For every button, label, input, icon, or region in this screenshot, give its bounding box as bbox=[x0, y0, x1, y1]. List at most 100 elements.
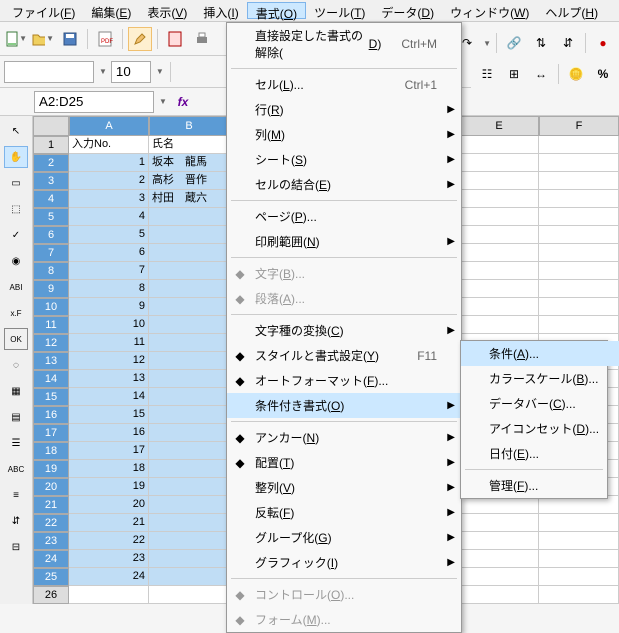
cell[interactable] bbox=[539, 550, 619, 568]
tool-abc[interactable]: ABC bbox=[4, 458, 28, 480]
cell[interactable]: 20 bbox=[69, 496, 149, 514]
row-head[interactable]: 13 bbox=[33, 352, 69, 370]
row-head[interactable]: 14 bbox=[33, 370, 69, 388]
row-head[interactable]: 21 bbox=[33, 496, 69, 514]
cell[interactable]: 22 bbox=[69, 532, 149, 550]
cell[interactable] bbox=[149, 496, 229, 514]
cell[interactable] bbox=[149, 460, 229, 478]
menu-item-a[interactable]: 条件(A)... bbox=[461, 341, 619, 366]
menu-item-g[interactable]: グループ化(G)▶ bbox=[227, 525, 461, 550]
cell[interactable]: 2 bbox=[69, 172, 149, 190]
menu-item-d[interactable]: アイコンセット(D)... bbox=[461, 416, 619, 441]
cell[interactable]: 24 bbox=[69, 568, 149, 586]
menu-e[interactable]: 編集(E) bbox=[83, 2, 139, 19]
row-head[interactable]: 15 bbox=[33, 388, 69, 406]
cell[interactable]: 16 bbox=[69, 424, 149, 442]
col-head-E[interactable]: E bbox=[459, 116, 539, 136]
cell[interactable]: 12 bbox=[69, 352, 149, 370]
rt-btn2[interactable]: 🔗 bbox=[502, 31, 526, 55]
cell[interactable] bbox=[149, 424, 229, 442]
row-head[interactable]: 10 bbox=[33, 298, 69, 316]
cell[interactable] bbox=[149, 334, 229, 352]
row-head[interactable]: 18 bbox=[33, 442, 69, 460]
cell[interactable] bbox=[459, 190, 539, 208]
col-head-A[interactable]: A bbox=[69, 116, 149, 136]
hand-tool[interactable]: ✋ bbox=[4, 146, 28, 168]
tool-abi[interactable]: ABI bbox=[4, 276, 28, 298]
row-head[interactable]: 17 bbox=[33, 424, 69, 442]
cell[interactable]: 17 bbox=[69, 442, 149, 460]
row-head[interactable]: 6 bbox=[33, 226, 69, 244]
cell[interactable] bbox=[459, 136, 539, 154]
menu-item-f[interactable]: ◆オートフォーマット(F)... bbox=[227, 368, 461, 393]
row-head[interactable]: 9 bbox=[33, 280, 69, 298]
save-button[interactable] bbox=[58, 27, 82, 51]
name-box[interactable] bbox=[34, 91, 154, 113]
menu-item-f[interactable]: 管理(F)... bbox=[461, 473, 619, 498]
row-head[interactable]: 19 bbox=[33, 460, 69, 478]
cell[interactable]: 3 bbox=[69, 190, 149, 208]
cell[interactable] bbox=[539, 136, 619, 154]
cell[interactable]: 氏名 bbox=[149, 136, 229, 154]
row-head[interactable]: 2 bbox=[33, 154, 69, 172]
row-head[interactable]: 5 bbox=[33, 208, 69, 226]
cell[interactable]: 9 bbox=[69, 298, 149, 316]
cell[interactable] bbox=[149, 298, 229, 316]
new-doc-button[interactable]: ▼ bbox=[4, 27, 28, 51]
tool-slider[interactable]: ⊟ bbox=[4, 536, 28, 558]
open-button[interactable]: ▼ bbox=[31, 27, 55, 51]
rt-btn4[interactable]: ⇵ bbox=[556, 31, 580, 55]
cell[interactable]: 4 bbox=[69, 208, 149, 226]
cell[interactable]: 5 bbox=[69, 226, 149, 244]
cell[interactable] bbox=[539, 532, 619, 550]
rt2-btn2[interactable]: ⊞ bbox=[502, 62, 526, 86]
cell[interactable] bbox=[459, 280, 539, 298]
cell[interactable] bbox=[149, 514, 229, 532]
cell[interactable] bbox=[149, 370, 229, 388]
cell[interactable] bbox=[459, 568, 539, 586]
cell[interactable] bbox=[459, 298, 539, 316]
font-size-input[interactable] bbox=[111, 61, 151, 83]
cell[interactable] bbox=[149, 532, 229, 550]
cell[interactable] bbox=[539, 262, 619, 280]
cell[interactable]: 10 bbox=[69, 316, 149, 334]
rt-btn3[interactable]: ⇅ bbox=[529, 31, 553, 55]
row-head[interactable]: 23 bbox=[33, 532, 69, 550]
cell[interactable] bbox=[459, 172, 539, 190]
menu-item-b[interactable]: カラースケール(B)... bbox=[461, 366, 619, 391]
cell[interactable]: 7 bbox=[69, 262, 149, 280]
rt2-btn3[interactable]: ↔ bbox=[529, 62, 553, 86]
menu-item-l[interactable]: セル(L)...Ctrl+1 bbox=[227, 72, 461, 97]
tool-ok[interactable]: OK bbox=[4, 328, 28, 350]
edit-mode-button[interactable] bbox=[128, 27, 152, 51]
menu-item-f[interactable]: 反転(F)▶ bbox=[227, 500, 461, 525]
cell[interactable] bbox=[149, 244, 229, 262]
cell[interactable] bbox=[539, 226, 619, 244]
row-head[interactable]: 4 bbox=[33, 190, 69, 208]
menu-item-e[interactable]: 日付(E)... bbox=[461, 441, 619, 466]
cell[interactable] bbox=[149, 478, 229, 496]
cell[interactable] bbox=[459, 316, 539, 334]
row-head[interactable]: 11 bbox=[33, 316, 69, 334]
cell[interactable]: 23 bbox=[69, 550, 149, 568]
menu-w[interactable]: ウィンドウ(W) bbox=[442, 2, 537, 19]
cell[interactable] bbox=[539, 298, 619, 316]
menu-item-c[interactable]: データバー(C)... bbox=[461, 391, 619, 416]
cell[interactable] bbox=[69, 586, 149, 604]
tool-bars[interactable]: ≡ bbox=[4, 484, 28, 506]
cell[interactable] bbox=[149, 550, 229, 568]
row-head[interactable]: 26 bbox=[33, 586, 69, 604]
fx-button[interactable]: fx bbox=[171, 90, 195, 114]
arrow-tool[interactable]: ↖ bbox=[4, 120, 28, 142]
cell[interactable]: 6 bbox=[69, 244, 149, 262]
tool-5[interactable]: ✓ bbox=[4, 224, 28, 246]
cell[interactable] bbox=[149, 262, 229, 280]
cell[interactable] bbox=[539, 244, 619, 262]
cell[interactable] bbox=[459, 154, 539, 172]
row-head[interactable]: 20 bbox=[33, 478, 69, 496]
row-head[interactable]: 12 bbox=[33, 334, 69, 352]
menu-t[interactable]: ツール(T) bbox=[306, 2, 373, 19]
cell[interactable] bbox=[539, 280, 619, 298]
cell[interactable] bbox=[459, 244, 539, 262]
cell[interactable] bbox=[149, 316, 229, 334]
